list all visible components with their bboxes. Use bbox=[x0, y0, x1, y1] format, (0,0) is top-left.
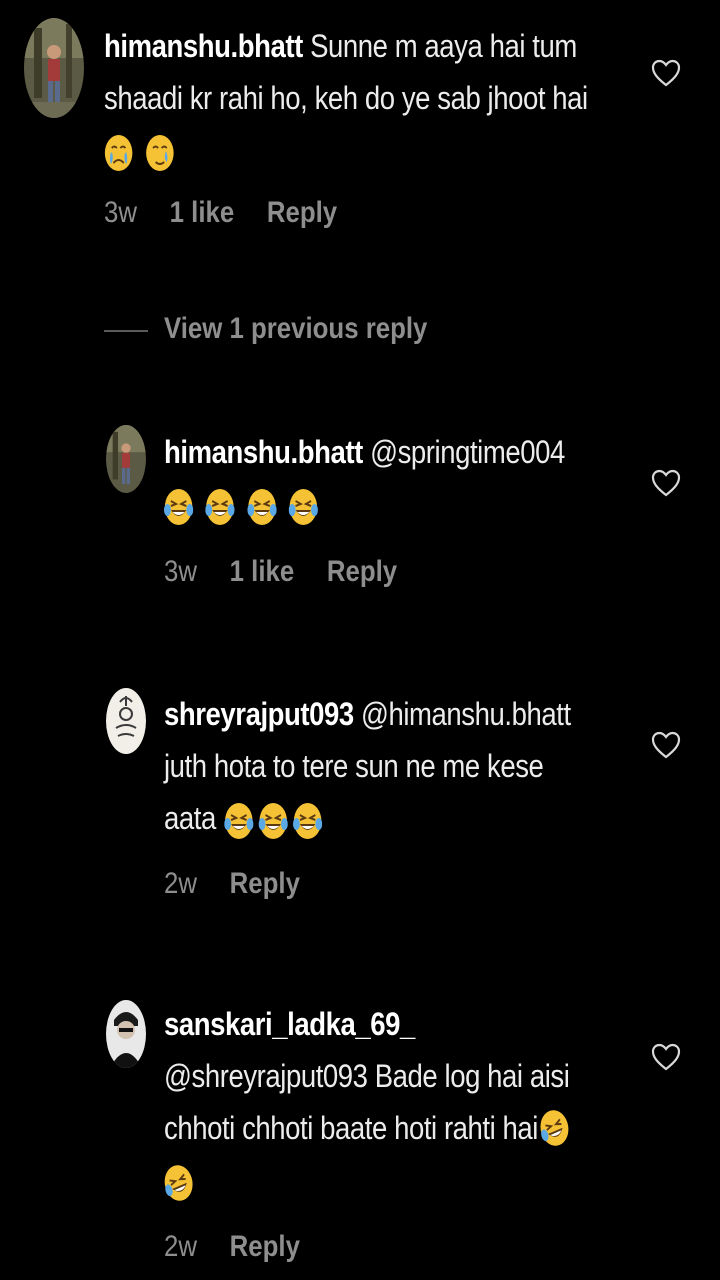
like-heart-icon[interactable] bbox=[651, 58, 681, 88]
like-heart-icon[interactable] bbox=[651, 730, 681, 760]
rolling-laughing-icon bbox=[540, 1110, 569, 1146]
comment-time: 3w bbox=[164, 555, 197, 588]
comment-text: @himanshu.bhatt bbox=[353, 696, 571, 732]
comment-text: chhoti chhoti baate hoti rahti hai bbox=[164, 1110, 538, 1146]
emoji-row bbox=[104, 127, 180, 179]
avatar[interactable] bbox=[106, 688, 146, 754]
tears-of-joy-icon bbox=[258, 802, 289, 839]
crying-face-icon bbox=[146, 134, 174, 171]
comment-body: himanshu.bhatt Sunne m aaya hai tum shaa… bbox=[104, 20, 588, 179]
comment-time: 3w bbox=[104, 196, 137, 229]
tears-of-joy-icon bbox=[205, 488, 235, 525]
comment-text: Sunne m aaya hai tum bbox=[302, 28, 577, 64]
avatar-photo bbox=[106, 688, 146, 754]
comment-text: shaadi kr rahi ho, keh do ye sab jhoot h… bbox=[104, 80, 588, 116]
like-heart-icon[interactable] bbox=[651, 468, 681, 498]
avatar-photo bbox=[106, 425, 146, 493]
tears-of-joy-icon bbox=[288, 488, 319, 525]
avatar-photo bbox=[106, 1000, 146, 1068]
comment-body: sanskari_ladka_69_ @shreyrajput093 Bade … bbox=[164, 998, 574, 1209]
reply-button[interactable]: Reply bbox=[267, 196, 337, 229]
tears-of-joy-icon bbox=[293, 802, 323, 839]
comment-text: aata bbox=[164, 800, 216, 836]
comment-meta: 3w 1 like Reply bbox=[104, 196, 370, 230]
comment-text: @shreyrajput093 Bade log hai aisi bbox=[164, 1058, 570, 1094]
crying-face-icon bbox=[104, 134, 133, 171]
comment-meta: 2w Reply bbox=[164, 867, 333, 901]
tears-of-joy-icon bbox=[224, 802, 254, 839]
emoji-row bbox=[164, 481, 323, 533]
tears-of-joy-icon bbox=[247, 488, 277, 525]
comment-text: @springtime004 bbox=[362, 434, 565, 470]
reply-button[interactable]: Reply bbox=[230, 867, 300, 900]
comment-username[interactable]: sanskari_ladka_69_ bbox=[164, 1006, 415, 1042]
like-heart-icon[interactable] bbox=[651, 1042, 681, 1072]
avatar[interactable] bbox=[24, 18, 84, 118]
reply-button[interactable]: Reply bbox=[230, 1230, 300, 1263]
comment-meta: 3w 1 like Reply bbox=[164, 555, 430, 589]
avatar-photo bbox=[24, 18, 84, 118]
comment-meta: 2w Reply bbox=[164, 1230, 333, 1264]
avatar[interactable] bbox=[106, 1000, 146, 1068]
comment-username[interactable]: himanshu.bhatt bbox=[164, 434, 363, 470]
comment-text: juth hota to tere sun ne me kese bbox=[164, 748, 544, 784]
comment-likes[interactable]: 1 like bbox=[170, 196, 235, 229]
comment-likes[interactable]: 1 like bbox=[230, 555, 295, 588]
comment-username[interactable]: himanshu.bhatt bbox=[104, 28, 303, 64]
avatar[interactable] bbox=[106, 425, 146, 493]
reply-button[interactable]: Reply bbox=[327, 555, 397, 588]
comment-time: 2w bbox=[164, 867, 197, 900]
view-previous-replies-label[interactable]: View 1 previous reply bbox=[164, 312, 427, 346]
comment-body: himanshu.bhatt @springtime004 bbox=[164, 426, 565, 533]
rolling-laughing-icon bbox=[164, 1164, 193, 1201]
comment-username[interactable]: shreyrajput093 bbox=[164, 696, 354, 732]
divider-line bbox=[104, 330, 148, 332]
comment-time: 2w bbox=[164, 1230, 197, 1263]
tears-of-joy-icon bbox=[164, 488, 194, 525]
comment-body: shreyrajput093 @himanshu.bhatt juth hota… bbox=[164, 688, 571, 847]
emoji-row bbox=[224, 795, 327, 847]
emoji-row bbox=[164, 1157, 198, 1209]
